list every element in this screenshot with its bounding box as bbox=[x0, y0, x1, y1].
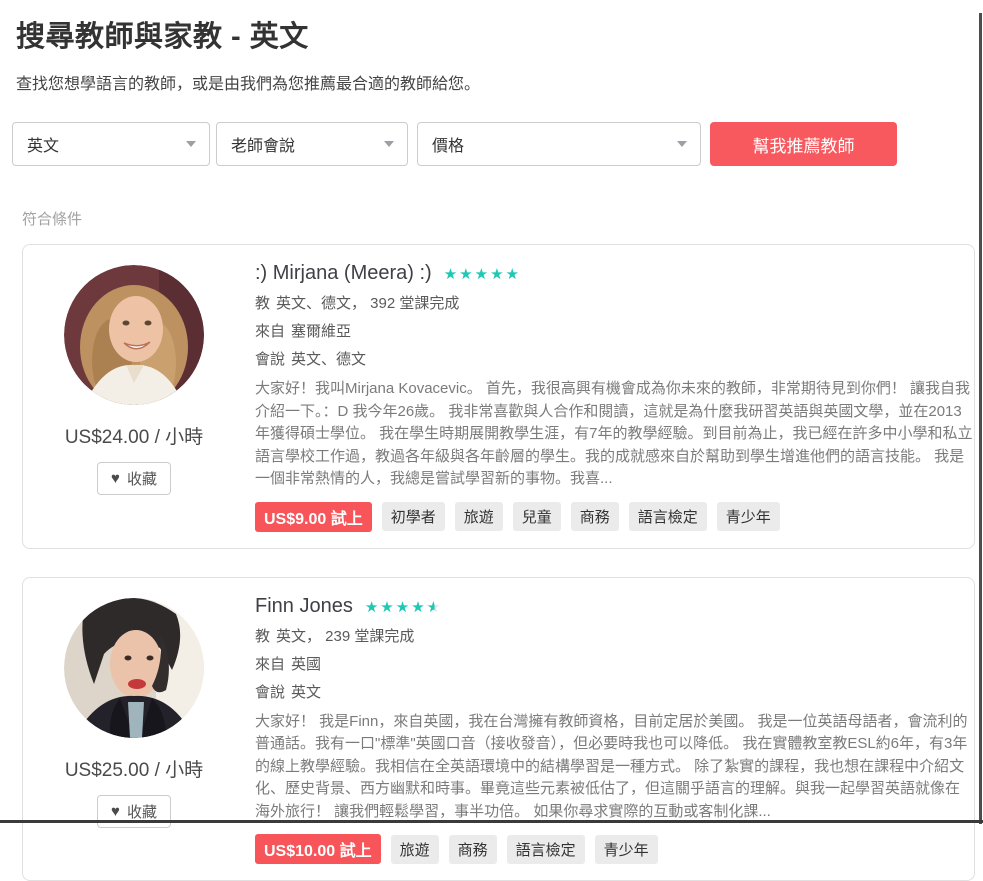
heart-icon: ♥ bbox=[111, 471, 120, 486]
teacher-card-body: Finn Jones ★★★★★ 教英文， 239 堂課完成 來自英國 會說英文… bbox=[245, 578, 983, 881]
star-icon: ★ bbox=[396, 599, 411, 616]
from-row: 來自塞爾維亞 bbox=[255, 320, 973, 341]
page-subtitle: 查找您想學語言的教師，或是由我們為您推薦最合適的教師給您。 bbox=[16, 70, 967, 94]
teacher-card: US$25.00 / 小時 ♥ 收藏 Finn Jones ★★★★★ 教英文，… bbox=[22, 577, 975, 881]
teacher-price: US$25.00 / 小時 bbox=[65, 755, 203, 782]
tag: 青少年 bbox=[595, 835, 658, 864]
price-dropdown[interactable]: 價格 bbox=[417, 122, 701, 166]
star-icon: ★ bbox=[411, 599, 426, 616]
trial-price-badge: US$10.00 試上 bbox=[255, 834, 381, 864]
tag: 兒童 bbox=[513, 502, 561, 531]
teacher-card-left: US$24.00 / 小時 ♥ 收藏 bbox=[23, 245, 245, 548]
avatar-image-mirjana bbox=[64, 265, 204, 405]
language-dropdown-value: 英文 bbox=[27, 132, 59, 156]
teaches-label: 教 bbox=[255, 628, 270, 645]
window-border-bottom bbox=[0, 820, 983, 823]
teacher-speaks-dropdown-label: 老師會說 bbox=[231, 132, 295, 156]
from-label: 來自 bbox=[255, 656, 285, 673]
tag: 語言檢定 bbox=[507, 835, 585, 864]
favorite-button-label: 收藏 bbox=[127, 801, 157, 822]
from-value: 塞爾維亞 bbox=[291, 323, 351, 340]
chevron-down-icon bbox=[384, 141, 394, 147]
tag: 旅遊 bbox=[455, 502, 503, 531]
results-section-label: 符合條件 bbox=[22, 208, 983, 229]
star-icon: ★ bbox=[380, 599, 395, 616]
tag: 語言檢定 bbox=[629, 502, 707, 531]
star-icon: ★ bbox=[490, 266, 505, 283]
star-icon: ★ bbox=[475, 266, 490, 283]
heart-icon: ♥ bbox=[111, 804, 120, 819]
tag-list: 旅遊商務語言檢定青少年 bbox=[391, 835, 658, 864]
window-border-right bbox=[979, 13, 982, 824]
badge-row: US$10.00 試上 旅遊商務語言檢定青少年 bbox=[255, 834, 973, 864]
favorite-button-label: 收藏 bbox=[127, 468, 157, 489]
speaks-row: 會說英文、德文 bbox=[255, 348, 973, 369]
star-icon: ★ bbox=[365, 599, 380, 616]
star-icon: ★ bbox=[444, 266, 459, 283]
from-value: 英國 bbox=[291, 656, 321, 673]
trial-price-badge: US$9.00 試上 bbox=[255, 502, 372, 532]
tag: 旅遊 bbox=[391, 835, 439, 864]
teacher-price: US$24.00 / 小時 bbox=[65, 422, 203, 449]
star-rating: ★★★★★ bbox=[365, 598, 442, 615]
teacher-name[interactable]: :) Mirjana (Meera) :) bbox=[255, 262, 432, 285]
tag-list: 初學者旅遊兒童商務語言檢定青少年 bbox=[382, 502, 780, 531]
teacher-card: US$24.00 / 小時 ♥ 收藏 :) Mirjana (Meera) :)… bbox=[22, 244, 975, 549]
star-icon: ★ bbox=[459, 266, 474, 283]
teaches-row: 教英文、德文， 392 堂課完成 bbox=[255, 292, 973, 313]
recommend-teacher-button[interactable]: 幫我推薦教師 bbox=[710, 122, 897, 166]
avatar-image-finn bbox=[64, 598, 204, 738]
teacher-name[interactable]: Finn Jones bbox=[255, 595, 353, 618]
language-dropdown[interactable]: 英文 bbox=[12, 122, 210, 166]
speaks-value: 英文 bbox=[291, 684, 321, 701]
speaks-value: 英文、德文 bbox=[291, 351, 366, 368]
teacher-card-body: :) Mirjana (Meera) :) ★★★★★ 教英文、德文， 392 … bbox=[245, 245, 983, 548]
speaks-label: 會說 bbox=[255, 351, 285, 368]
teaches-value: 英文， 239 堂課完成 bbox=[276, 628, 414, 645]
teacher-speaks-dropdown[interactable]: 老師會說 bbox=[216, 122, 408, 166]
price-dropdown-label: 價格 bbox=[432, 132, 464, 156]
star-icon: ★ bbox=[427, 599, 442, 616]
star-rating: ★★★★★ bbox=[444, 265, 521, 282]
tag: 商務 bbox=[571, 502, 619, 531]
speaks-row: 會說英文 bbox=[255, 681, 973, 702]
star-icon: ★ bbox=[506, 266, 521, 283]
chevron-down-icon bbox=[186, 141, 196, 147]
teacher-avatar[interactable] bbox=[64, 598, 204, 738]
from-label: 來自 bbox=[255, 323, 285, 340]
teaches-row: 教英文， 239 堂課完成 bbox=[255, 625, 973, 646]
teacher-description: 大家好！ 我是Finn，來自英國，我在台灣擁有教師資格，目前定居於美國。 我是一… bbox=[255, 711, 973, 824]
speaks-label: 會說 bbox=[255, 684, 285, 701]
filter-bar: 英文 老師會說 價格 幫我推薦教師 bbox=[12, 122, 967, 166]
teacher-description: 大家好！我叫Mirjana Kovacevic。 首先，我很高興有機會成為你未來… bbox=[255, 378, 973, 491]
badge-row: US$9.00 試上 初學者旅遊兒童商務語言檢定青少年 bbox=[255, 502, 973, 532]
tag: 青少年 bbox=[717, 502, 780, 531]
from-row: 來自英國 bbox=[255, 653, 973, 674]
tag: 商務 bbox=[449, 835, 497, 864]
chevron-down-icon bbox=[677, 141, 687, 147]
teaches-value: 英文、德文， 392 堂課完成 bbox=[276, 295, 459, 312]
tag: 初學者 bbox=[382, 502, 445, 531]
teaches-label: 教 bbox=[255, 295, 270, 312]
teacher-card-left: US$25.00 / 小時 ♥ 收藏 bbox=[23, 578, 245, 881]
teacher-avatar[interactable] bbox=[64, 265, 204, 405]
page-title: 搜尋教師與家教 - 英文 bbox=[16, 13, 967, 55]
favorite-button[interactable]: ♥ 收藏 bbox=[97, 462, 171, 495]
